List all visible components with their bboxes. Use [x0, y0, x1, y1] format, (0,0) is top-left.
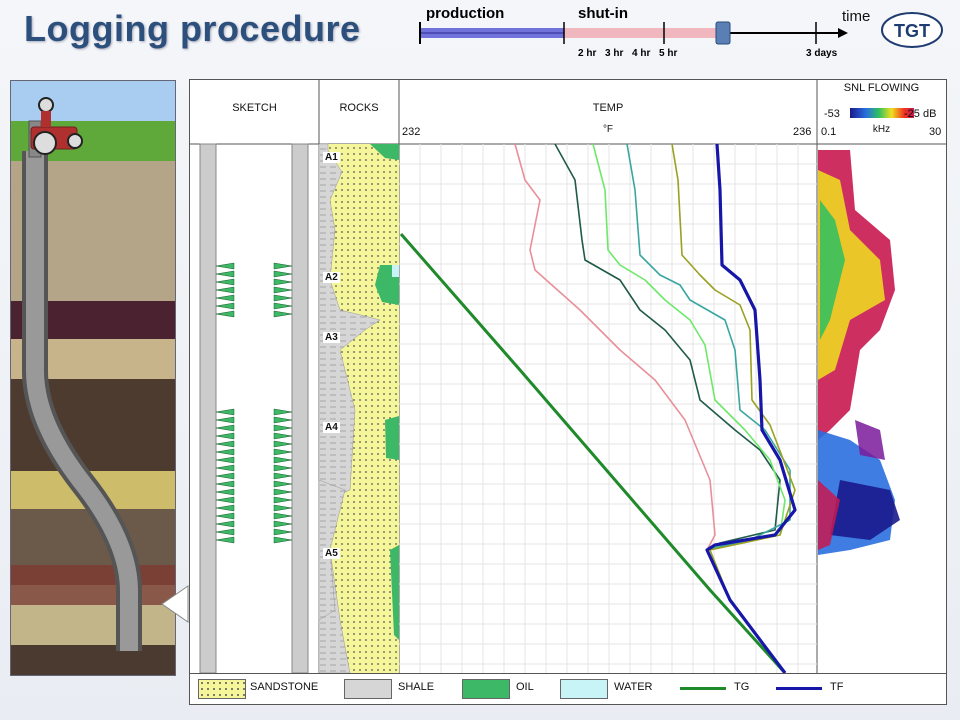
tick-2hr: 2 hr — [578, 48, 596, 59]
log-track: SKETCH ROCKS TEMP 232 °F 236 SNL FLOWING… — [189, 79, 947, 674]
temp-grid — [399, 144, 817, 673]
temp-max-label: 236 — [793, 126, 812, 138]
zone-a3-label: A3 — [323, 332, 340, 343]
shutin-bar — [564, 28, 724, 38]
legend-shale: SHALE — [398, 681, 435, 693]
tick-5hr: 5 hr — [659, 48, 677, 59]
zone-a4-label: A4 — [323, 422, 340, 433]
snl-header: SNL FLOWING — [843, 82, 920, 94]
shutin-label: shut-in — [578, 5, 628, 22]
legend-water: WATER — [614, 681, 653, 693]
zone-a2-label: A2 — [323, 272, 340, 283]
tf-curve — [705, 143, 797, 673]
legend-water-swatch — [560, 679, 608, 699]
sketch-header: SKETCH — [232, 102, 277, 114]
legend-tg: TG — [734, 681, 750, 693]
time-slider-handle[interactable] — [715, 21, 731, 45]
legend-tf: TF — [830, 681, 844, 693]
perforations-a2 — [215, 262, 293, 318]
production-bar — [420, 28, 564, 38]
time-axis-label: time — [842, 8, 871, 25]
legend-oil: OIL — [516, 681, 534, 693]
tick-4hr: 4 hr — [632, 48, 650, 59]
legend-sandstone: SANDSTONE — [250, 681, 319, 693]
khz-max-label: 30 — [929, 126, 942, 138]
legend: SANDSTONE SHALE OIL WATER TG TF — [189, 673, 947, 705]
snl-spectrum — [818, 150, 900, 555]
shutin-curve-pink — [514, 143, 786, 673]
db-min-label: -53 — [824, 108, 840, 120]
well-illustration — [10, 80, 176, 676]
tick-3hr: 3 hr — [605, 48, 623, 59]
temp-unit-label: °F — [602, 124, 614, 135]
zone-a5-label: A5 — [323, 548, 340, 559]
tick-3days: 3 days — [806, 48, 838, 59]
rocks-header: ROCKS — [339, 102, 379, 114]
production-label: production — [426, 5, 504, 22]
pointer-arrow — [161, 585, 189, 623]
tgt-logo: TGT — [881, 12, 943, 48]
timeline: production shut-in 2 hr 3 hr 4 hr 5 hr 3… — [419, 5, 848, 59]
svg-text:TGT: TGT — [894, 21, 930, 41]
legend-tf-line — [776, 687, 822, 690]
legend-oil-swatch — [462, 679, 510, 699]
legend-shale-swatch — [344, 679, 392, 699]
tg-curve — [399, 233, 787, 673]
zone-a1-label: A1 — [323, 152, 340, 163]
temperature-curves — [399, 143, 797, 673]
shutin-curve-darkgreen — [554, 143, 786, 673]
khz-unit-label: kHz — [872, 124, 891, 135]
legend-tg-line — [680, 687, 726, 690]
perforations-a4 — [215, 408, 293, 544]
legend-sandstone-swatch — [198, 679, 246, 699]
db-max-label: -25 dB — [904, 108, 937, 120]
temp-header: TEMP — [592, 102, 624, 114]
